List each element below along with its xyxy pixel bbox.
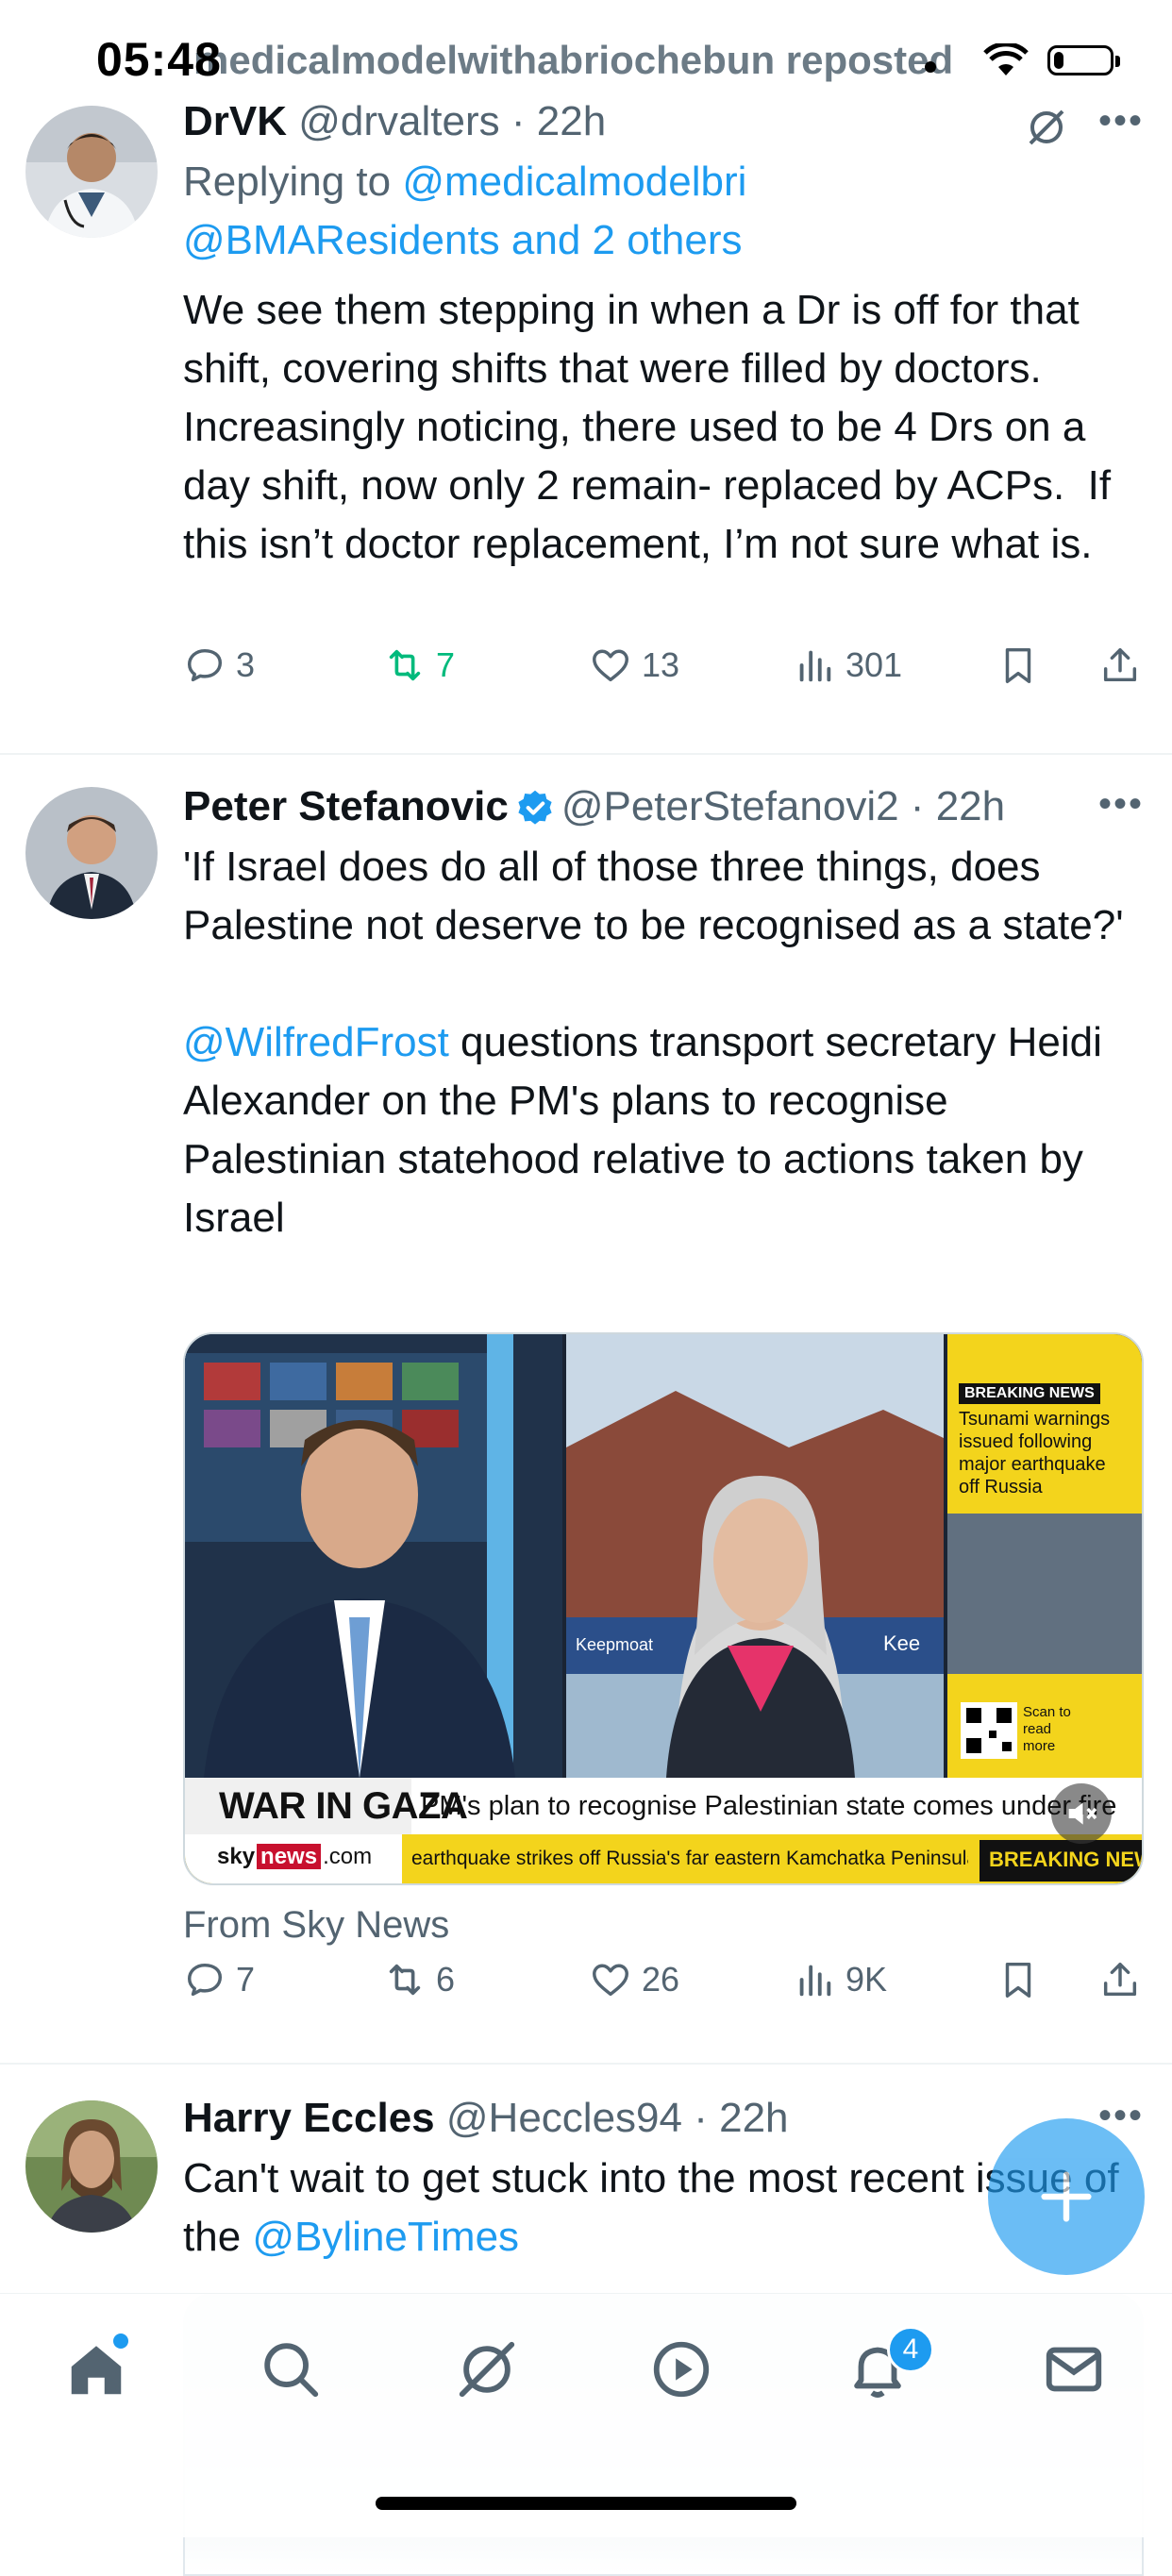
share-icon[interactable] (1098, 1958, 1142, 2001)
tweet-time[interactable]: 22h (936, 783, 1005, 829)
heart-icon (593, 1964, 628, 1997)
logo-sky: sky (217, 1844, 256, 1869)
compose-button[interactable] (988, 2118, 1145, 2275)
tweet-text: We see them stepping in when a Dr is off… (183, 287, 1123, 567)
breaking-news-label: BREAKING NEWS (959, 1383, 1100, 1404)
tab-grok[interactable] (449, 2332, 525, 2407)
heart-icon (593, 649, 628, 682)
video-player[interactable]: Keepmoat Kee BREAKING NEWS Tsunami warni… (183, 1332, 1144, 1885)
separator-dot: · (682, 2095, 720, 2141)
bookmark-icon[interactable] (996, 1958, 1040, 2001)
tab-search[interactable] (253, 2332, 328, 2407)
wifi-icon (983, 43, 1029, 75)
signal-icon (925, 61, 936, 73)
tab-home[interactable] (59, 2332, 134, 2407)
replying-prefix: Replying to (183, 159, 403, 205)
notification-badge: 4 (887, 2326, 934, 2373)
views-icon (799, 650, 831, 682)
reply-mention-1[interactable]: @medicalmodelbri (402, 159, 746, 205)
logo-news: news (257, 1844, 322, 1869)
bookmark-icon[interactable] (996, 644, 1040, 687)
tweet-stefanovic[interactable]: ••• Peter Stefanovic @PeterStefanovi2 · 2… (0, 755, 1172, 2065)
status-icons (923, 43, 1120, 77)
status-time: 05:48 (96, 33, 222, 86)
separator-dot: · (499, 98, 537, 144)
views-button[interactable]: 9K (793, 1958, 887, 2001)
home-new-dot (113, 2333, 128, 2349)
author-name[interactable]: Harry Eccles (183, 2095, 435, 2141)
video-icon (653, 2341, 710, 2398)
views-count: 9K (846, 1960, 888, 1999)
author-name[interactable]: DrVK (183, 98, 287, 144)
banner-headline: PM's plan to recognise Palestinian state… (421, 1791, 1117, 1821)
like-button[interactable]: 13 (589, 644, 679, 687)
mute-icon[interactable] (1063, 1795, 1100, 1832)
grok-icon (459, 2341, 515, 2398)
like-count: 26 (642, 1960, 680, 1999)
repost-count: 7 (436, 645, 456, 684)
share-icon[interactable] (1098, 644, 1142, 687)
reply-icon (187, 648, 223, 682)
messages-icon (1046, 2347, 1102, 2392)
reply-button[interactable]: 3 (183, 644, 255, 687)
author-handle[interactable]: @Heccles94 (446, 2095, 682, 2141)
views-button[interactable]: 301 (793, 644, 902, 687)
like-button[interactable]: 26 (589, 1958, 679, 2001)
repost-button[interactable]: 7 (383, 644, 455, 687)
repost-icon (389, 1964, 421, 1996)
tab-messages[interactable] (1036, 2332, 1112, 2407)
reply-button[interactable]: 7 (183, 1958, 255, 2001)
plus-icon (1041, 2171, 1092, 2222)
repost-context[interactable]: medicalmodelwithabriochebun reposted (193, 38, 953, 83)
source-attribution[interactable]: From Sky News (183, 1904, 449, 1947)
tweet-text-body: @WilfredFrost questions transport secret… (183, 1013, 1144, 1247)
banner-sign-2: Kee (883, 1631, 920, 1655)
avatar[interactable] (25, 106, 158, 238)
logo-com: .com (323, 1844, 373, 1869)
reply-count: 3 (236, 645, 256, 684)
mention-link[interactable]: @BylineTimes (252, 2214, 519, 2260)
tweet-text-quote: 'If Israel does do all of those three th… (183, 844, 1124, 948)
tweet-header: DrVK @drvalters · 22h (183, 94, 1144, 149)
tweet-time[interactable]: 22h (537, 98, 606, 144)
author-name[interactable]: Peter Stefanovic (183, 783, 509, 829)
author-handle[interactable]: @drvalters (298, 98, 499, 144)
like-count: 13 (642, 645, 680, 684)
views-count: 301 (846, 645, 903, 684)
breaking-news-text: Tsunami warnings issued following major … (959, 1409, 1111, 1497)
ticker-text: earthquake strikes off Russia's far east… (411, 1848, 968, 1869)
repost-count: 6 (436, 1960, 456, 1999)
tweet-header: Peter Stefanovic @PeterStefanovi2 · 22h (183, 779, 1144, 834)
avatar[interactable] (25, 2100, 158, 2233)
separator-dot: · (898, 783, 936, 829)
ticker-label: BREAKING NEWS (989, 1848, 1142, 1871)
author-handle[interactable]: @PeterStefanovi2 (561, 783, 899, 829)
repost-button[interactable]: 6 (383, 1958, 455, 2001)
mention-link[interactable]: @WilfredFrost (183, 1019, 449, 1065)
banner-sign-1: Keepmoat (576, 1635, 653, 1654)
reply-mention-2[interactable]: @BMAResidents and 2 others (183, 217, 743, 263)
battery-icon (1047, 45, 1120, 75)
views-icon (799, 1965, 831, 1997)
repost-icon (389, 649, 421, 681)
avatar[interactable] (25, 787, 158, 919)
sky-news-logo: sky news .com (217, 1844, 372, 1870)
tweet-drvk[interactable]: ••• DrVK @drvalters · 22h Replying to @m… (0, 94, 1172, 755)
verified-badge-icon (518, 791, 552, 826)
tweet-time[interactable]: 22h (719, 2095, 788, 2141)
tab-video[interactable] (644, 2332, 719, 2407)
reply-count: 7 (236, 1960, 256, 1999)
qr-caption: Scan to read more (1023, 1704, 1071, 1754)
home-indicator[interactable] (376, 2497, 796, 2510)
reply-icon (187, 1963, 223, 1997)
search-icon (264, 2343, 319, 2398)
replying-to: Replying to @medicalmodelbri @BMAResident… (183, 153, 1144, 270)
tweet-header: Harry Eccles @Heccles94 · 22h (183, 2091, 1144, 2146)
